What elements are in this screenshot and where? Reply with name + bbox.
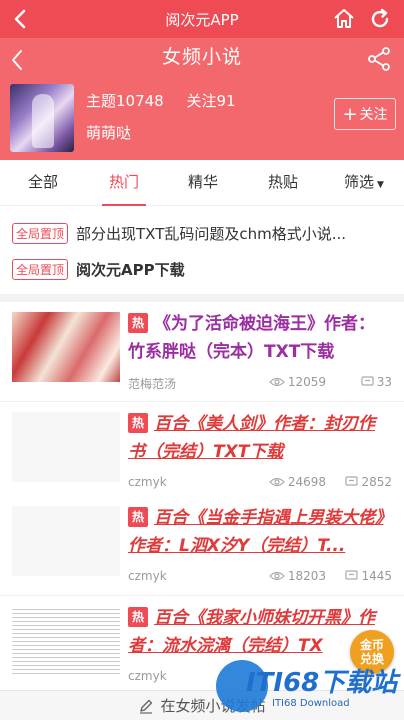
hot-badge: 热 xyxy=(128,413,148,433)
post-thumbnail xyxy=(12,606,120,676)
post-title[interactable]: 热百合《当金手指遇上男装大佬》作者：L泗X汐Y（完结）T... xyxy=(128,504,390,560)
watermark-brand: ITI68下载站 xyxy=(246,668,398,698)
post-thumbnail xyxy=(12,412,120,482)
view-count: 24698 xyxy=(268,475,326,489)
chevron-down-icon: ▼ xyxy=(377,180,384,190)
app-title: 阅次元APP xyxy=(165,10,239,29)
post-meta: czmyk 18203 1445 xyxy=(128,569,392,587)
post-author: 范梅范汤 xyxy=(128,377,177,391)
follow-button-label: 关注 xyxy=(359,107,388,123)
site-watermark: ITI68下载站 ITI68 Download xyxy=(216,656,402,716)
home-icon[interactable] xyxy=(332,7,356,31)
post-title[interactable]: 热百合《美人剑》作者：封刃作书（完结）TXT下载 xyxy=(128,410,390,466)
forum-stats: 主题10748 关注91 xyxy=(86,90,254,111)
global-pinned-badge: 全局置顶 xyxy=(12,258,69,280)
comment-count: 2852 xyxy=(345,475,392,489)
refresh-icon[interactable] xyxy=(368,7,392,31)
filter-tabs: 全部 热门 精华 热贴 筛选 ▼ xyxy=(0,160,404,206)
watermark-subtitle: ITI68 Download xyxy=(272,698,350,709)
tab-hot-posts[interactable]: 热贴 xyxy=(258,160,308,206)
plus-icon: + xyxy=(342,103,358,125)
pinned-post-title: 部分出现TXT乱码问题及chm格式小说... xyxy=(76,224,347,243)
follow-button[interactable]: + 关注 xyxy=(334,98,396,130)
post-author: czmyk xyxy=(128,569,167,583)
eye-icon xyxy=(268,571,285,581)
comment-count: 1445 xyxy=(345,569,392,583)
post-item[interactable]: 热《为了活命被迫海王》作者：竹系胖哒（完本）TXT下载 范梅范汤 12059 3… xyxy=(0,302,404,402)
tab-filter[interactable]: 筛选 ▼ xyxy=(334,160,394,206)
eye-icon xyxy=(268,477,285,487)
post-author: czmyk xyxy=(128,669,167,683)
hot-badge: 热 xyxy=(128,607,148,627)
pencil-icon xyxy=(140,699,153,714)
post-meta: czmyk 24698 2852 xyxy=(128,475,392,493)
eye-icon xyxy=(268,377,285,387)
comment-icon xyxy=(345,476,359,486)
post-meta: 范梅范汤 12059 33 xyxy=(128,375,392,393)
tab-featured[interactable]: 精华 xyxy=(178,160,228,206)
pinned-post-title: 阅次元APP下载 xyxy=(76,260,185,279)
follows-count: 关注91 xyxy=(186,92,236,110)
forum-cover-image xyxy=(10,84,74,152)
back-arrow-icon[interactable] xyxy=(8,6,34,32)
comment-icon xyxy=(345,570,359,580)
share-icon[interactable] xyxy=(366,46,392,72)
post-item[interactable]: 热百合《当金手指遇上男装大佬》作者：L泗X汐Y（完结）T... czmyk 18… xyxy=(0,496,404,596)
view-count: 12059 xyxy=(268,375,326,389)
topics-count: 主题10748 xyxy=(86,92,164,110)
post-thumbnail xyxy=(12,506,120,576)
hot-badge: 热 xyxy=(128,507,148,527)
comment-count: 33 xyxy=(361,375,392,389)
section-divider xyxy=(0,294,404,302)
tab-hot[interactable]: 热门 xyxy=(98,160,150,206)
tab-all[interactable]: 全部 xyxy=(18,160,68,206)
view-count: 18203 xyxy=(268,569,326,583)
app-top-bar: 阅次元APP xyxy=(0,0,404,38)
pinned-post[interactable]: 全局置顶 部分出现TXT乱码问题及chm格式小说... xyxy=(12,220,346,246)
post-author: czmyk xyxy=(128,475,167,489)
post-thumbnail xyxy=(12,312,120,382)
pinned-post[interactable]: 全局置顶 阅次元APP下载 xyxy=(12,256,185,282)
moderator-name: 萌萌哒 xyxy=(86,124,132,142)
page-title: 女频小说 xyxy=(161,46,242,68)
hot-badge: 热 xyxy=(128,313,148,333)
global-pinned-badge: 全局置顶 xyxy=(12,222,69,244)
post-item[interactable]: 热百合《美人剑》作者：封刃作书（完结）TXT下载 czmyk 24698 285… xyxy=(0,402,404,502)
forum-header: 女频小说 主题10748 关注91 萌萌哒 + 关注 xyxy=(0,38,404,160)
post-title[interactable]: 热《为了活命被迫海王》作者：竹系胖哒（完本）TXT下载 xyxy=(128,310,390,366)
pinned-posts: 全局置顶 部分出现TXT乱码问题及chm格式小说... 全局置顶 阅次元APP下… xyxy=(0,206,404,294)
comment-icon xyxy=(361,376,374,386)
